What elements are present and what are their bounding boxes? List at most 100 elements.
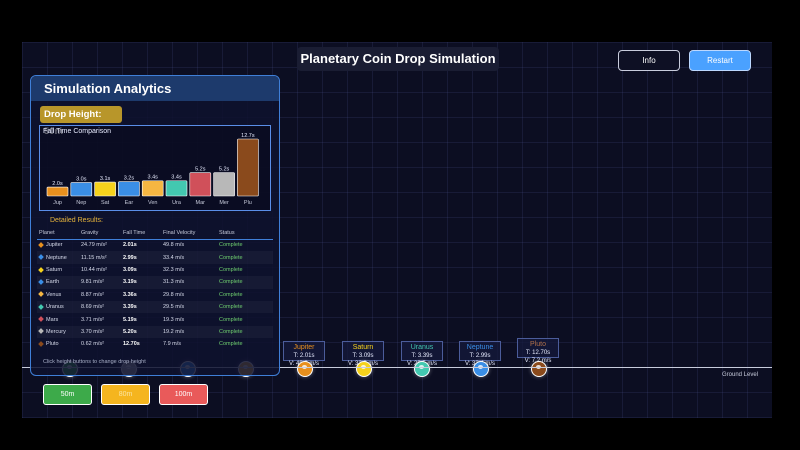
table-cell-time: 3.39s xyxy=(121,300,161,314)
table-cell-gravity: 0.62 m/s² xyxy=(81,341,104,348)
table-cell-status: Complete xyxy=(219,266,243,273)
panel-title: Simulation Analytics xyxy=(31,76,279,101)
table-cell-gravity: 8.87 m/s² xyxy=(81,291,104,298)
height-80m-button[interactable]: 80m xyxy=(101,384,150,405)
column-header: Fall Time xyxy=(121,228,161,240)
table-cell-time: 5.20s xyxy=(121,325,161,339)
drop-height-badge: Drop Height: 50m xyxy=(40,106,122,137)
bar-ura xyxy=(165,180,188,197)
table-cell-gravity: 9.81 m/s² xyxy=(79,276,121,289)
lane-label-saturn: Saturn T: 3.09s V: 32.3 m/s xyxy=(342,341,384,367)
table-cell-time: 12.70s xyxy=(123,341,140,348)
bar-jup xyxy=(46,186,69,197)
table-cell-velocity: 29.5 m/s xyxy=(161,300,217,314)
height-100m-button[interactable]: 100m xyxy=(159,384,208,405)
table-cell-velocity: 19.3 m/s xyxy=(163,316,185,323)
bar-mar xyxy=(189,172,212,197)
coin-icon xyxy=(531,361,547,377)
table-row: Neptune 11.15 m/s² 2.99s 33.4 m/s Complete xyxy=(37,251,273,264)
table-cell-time: 2.01s xyxy=(123,242,137,249)
coin-icon xyxy=(297,361,313,377)
simulation-stage: Planetary Coin Drop Simulation Info Rest… xyxy=(22,42,772,418)
column-header: Planet xyxy=(37,228,79,240)
lane-time: T: 3.09s xyxy=(352,353,374,359)
table-cell-status: Complete xyxy=(217,276,273,289)
bar-ven xyxy=(141,180,164,197)
x-tick-label: Mar xyxy=(196,200,206,206)
table-cell-status: Complete xyxy=(219,341,243,348)
lane-label-pluto: Pluto T: 12.70s V: 7.2 m/s xyxy=(517,338,559,364)
table-cell-planet: Mars xyxy=(37,313,79,325)
lane-label-uranus: Uranus T: 3.39s V: 29.5 m/s xyxy=(401,341,443,367)
table-cell-status: Complete xyxy=(217,325,273,339)
info-button[interactable]: Info xyxy=(618,50,680,71)
bar-nep xyxy=(70,182,93,197)
coin-icon xyxy=(473,361,489,377)
table-cell-gravity: 11.15 m/s² xyxy=(79,251,121,264)
table-header-row: Planet Gravity Fall Time Final Velocity … xyxy=(37,228,273,240)
planet-marker-icon xyxy=(38,341,44,347)
column-header: Final Velocity xyxy=(161,228,217,240)
table-row: Uranus 8.69 m/s² 3.39s 29.5 m/s Complete xyxy=(37,300,273,314)
lane-time: T: 12.70s xyxy=(525,350,551,356)
x-tick-label: Nep xyxy=(76,200,86,206)
detailed-results-title: Detailed Results: xyxy=(50,217,103,224)
planet-name: Saturn xyxy=(46,266,63,273)
lane-time: T: 2.99s xyxy=(469,353,491,359)
height-50m-button[interactable]: 50m xyxy=(43,384,92,405)
table-cell-velocity: 32.3 m/s xyxy=(163,266,185,273)
planet-marker-icon xyxy=(38,279,44,285)
table-cell-planet: Earth xyxy=(37,276,79,289)
table-row: Saturn 10.44 m/s² 3.09s 32.3 m/s Complete xyxy=(37,264,273,276)
chart-title: Fall Time Comparison xyxy=(43,128,112,135)
table-cell-time: 5.19s xyxy=(123,316,137,323)
table-cell-gravity: 8.69 m/s² xyxy=(79,300,121,314)
table-cell-status: Complete xyxy=(217,300,273,314)
planet-name: Neptune xyxy=(46,254,67,261)
coin-icon xyxy=(356,361,372,377)
table-cell-time: 2.99s xyxy=(121,251,161,264)
table-cell-status: Complete xyxy=(219,291,243,298)
table-cell-planet: Pluto xyxy=(37,338,79,350)
table-cell-velocity: 49.8 m/s xyxy=(163,242,185,249)
planet-name: Venus xyxy=(46,291,62,298)
table-row: Mercury 3.70 m/s² 5.20s 19.2 m/s Complete xyxy=(37,325,273,339)
planet-name: Mercury xyxy=(46,328,66,335)
planet-marker-icon xyxy=(38,303,44,310)
x-tick-label: Jup xyxy=(53,200,62,206)
planet-marker-icon xyxy=(38,254,44,260)
table-cell-gravity: 3.70 m/s² xyxy=(79,325,121,339)
bar-value-label: 2.0s xyxy=(52,181,63,187)
fall-time-chart: 2.0s Jup 3.0s Nep 3.1s Sat 3.2s Ear 3.4s Ven 3.4s U… xyxy=(39,125,271,211)
bar-value-label: 3.4s xyxy=(147,175,158,181)
x-tick-label: Mer xyxy=(219,200,229,206)
planet-name: Pluto xyxy=(46,341,59,348)
x-tick-label: Sat xyxy=(101,200,110,206)
restart-button[interactable]: Restart xyxy=(689,50,751,71)
table-cell-planet: Neptune xyxy=(37,251,79,264)
bar-value-label: 5.2s xyxy=(195,167,206,173)
planet-name: Uranus xyxy=(46,304,64,311)
analytics-panel: Simulation Analytics Drop Height: 50m 2.… xyxy=(30,75,280,376)
x-tick-label: Plu xyxy=(244,200,252,206)
table-cell-time: 3.19s xyxy=(121,276,161,289)
ground-label: Ground Level xyxy=(722,372,759,378)
lane-name: Neptune xyxy=(466,344,494,351)
planet-name: Earth xyxy=(46,279,60,286)
bar-value-label: 3.1s xyxy=(100,176,111,182)
results-table: Planet Gravity Fall Time Final Velocity … xyxy=(37,228,273,351)
table-cell-planet: Saturn xyxy=(37,264,79,276)
table-cell-velocity: 7.9 m/s xyxy=(163,341,182,348)
table-cell-status: Complete xyxy=(219,316,243,323)
table-row: Earth 9.81 m/s² 3.19s 31.3 m/s Complete xyxy=(37,276,273,289)
table-row: Venus 8.87 m/s² 3.36s 29.8 m/s Complete xyxy=(37,289,273,301)
hint-text: Click height buttons to change drop heig… xyxy=(43,359,146,365)
planet-marker-icon xyxy=(38,266,44,273)
table-cell-time: 3.36s xyxy=(123,291,137,298)
table-cell-time: 3.09s xyxy=(123,266,137,273)
column-header: Gravity xyxy=(79,228,121,240)
x-tick-label: Ura xyxy=(172,200,182,206)
planet-marker-icon xyxy=(38,291,44,298)
table-cell-velocity: 29.8 m/s xyxy=(163,291,185,298)
table-cell-planet: Uranus xyxy=(37,300,79,314)
